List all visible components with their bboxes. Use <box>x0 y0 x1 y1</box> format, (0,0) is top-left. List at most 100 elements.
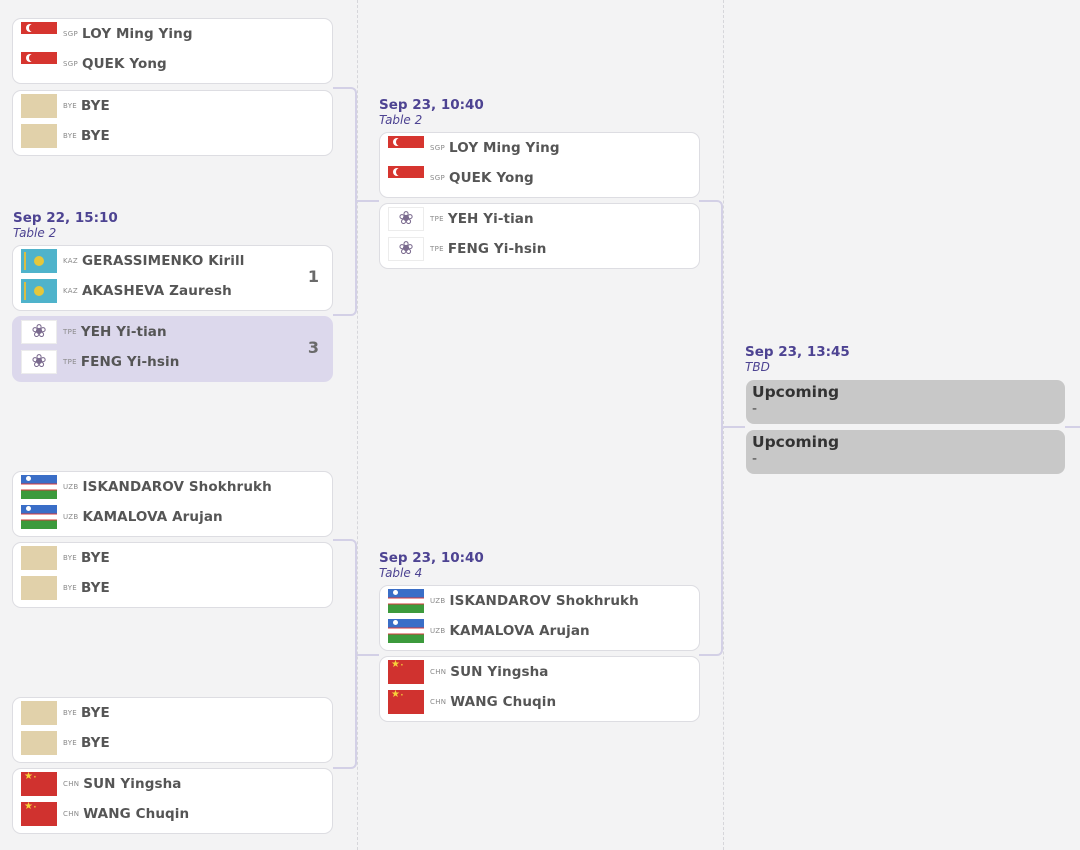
player-name: SUN Yingsha <box>450 664 549 680</box>
upcoming-slot[interactable]: Upcoming - <box>746 380 1065 424</box>
player-row[interactable]: BYE BYE <box>21 124 110 148</box>
uzb-flag-icon <box>21 505 57 529</box>
player-row[interactable]: KAZ GERASSIMENKO Kirill <box>21 249 244 273</box>
tpe-flag-icon <box>21 350 57 374</box>
match-card[interactable]: KAZ GERASSIMENKO Kirill KAZ AKASHEVA Zaure… <box>12 245 333 311</box>
match-card[interactable]: UZB ISKANDAROV Shokhrukh UZB KAMALOVA Aruj… <box>12 471 333 537</box>
match-card[interactable]: SGP LOY Ming Ying SGP QUEK Yong <box>12 18 333 84</box>
player-row[interactable]: CHNWANG Chuqin <box>21 802 190 826</box>
match-score: 1 <box>307 267 319 286</box>
bye-placeholder-icon <box>21 124 57 148</box>
sgp-flag-icon <box>388 136 424 160</box>
country-code: BYE <box>63 584 78 592</box>
player-row[interactable]: TPEFENG Yi-hsin <box>21 350 180 374</box>
match-date: Sep 22, 15:10 <box>13 210 118 226</box>
player-row[interactable]: UZB KAMALOVA Arujan <box>21 505 223 529</box>
player-row[interactable]: SGP QUEK Yong <box>21 52 167 76</box>
player-name: BYE <box>81 98 110 114</box>
player-row[interactable]: BYE BYE <box>21 546 110 570</box>
sgp-flag-icon <box>21 22 57 46</box>
player-name: AKASHEVA Zauresh <box>81 283 232 299</box>
country-code: SGP <box>430 174 445 182</box>
column-divider <box>357 0 358 850</box>
match-card[interactable]: CHNSUN Yingsha CHNWANG Chuqin <box>12 768 333 834</box>
player-row[interactable]: SGP QUEK Yong <box>388 166 534 190</box>
bracket-connector <box>355 200 379 202</box>
upcoming-placeholder: - <box>752 401 758 417</box>
match-card[interactable]: UZB ISKANDAROV Shokhrukh UZB KAMALOVA Aruj… <box>379 585 700 651</box>
player-name: YEH Yi-tian <box>80 324 167 340</box>
bye-placeholder-icon <box>21 94 57 118</box>
player-row[interactable]: BYE BYE <box>21 94 110 118</box>
player-row[interactable]: TPEYEH Yi-tian <box>388 207 534 231</box>
upcoming-label: Upcoming <box>752 383 840 401</box>
match-card[interactable]: BYE BYE BYE BYE <box>12 542 333 608</box>
player-row[interactable]: SGP LOY Ming Ying <box>388 136 560 160</box>
kaz-flag-icon <box>21 279 57 303</box>
player-name: WANG Chuqin <box>83 806 190 822</box>
player-row[interactable]: BYE BYE <box>21 731 110 755</box>
bracket-connector <box>355 654 379 656</box>
player-row[interactable]: BYE BYE <box>21 576 110 600</box>
match-table: TBD <box>745 360 770 374</box>
match-card[interactable]: BYE BYE BYE BYE <box>12 697 333 763</box>
bye-placeholder-icon <box>21 576 57 600</box>
player-name: BYE <box>81 735 110 751</box>
player-name: FENG Yi-hsin <box>80 354 180 370</box>
country-code: KAZ <box>63 257 78 265</box>
player-row[interactable]: UZB ISKANDAROV Shokhrukh <box>388 589 639 613</box>
country-code: BYE <box>63 709 78 717</box>
match-card[interactable]: BYE BYE BYE BYE <box>12 90 333 156</box>
player-row[interactable]: CHNSUN Yingsha <box>388 660 549 684</box>
player-row[interactable]: UZB ISKANDAROV Shokhrukh <box>21 475 272 499</box>
player-row[interactable]: TPEYEH Yi-tian <box>21 320 167 344</box>
uzb-flag-icon <box>21 475 57 499</box>
country-code: BYE <box>63 554 78 562</box>
bracket-connector <box>721 426 745 428</box>
country-code: CHN <box>63 810 80 818</box>
player-name: BYE <box>81 550 110 566</box>
upcoming-slot[interactable]: Upcoming - <box>746 430 1065 474</box>
uzb-flag-icon <box>388 589 424 613</box>
player-name: BYE <box>81 705 110 721</box>
player-name: LOY Ming Ying <box>82 26 193 42</box>
bracket-connector <box>333 539 357 769</box>
tpe-flag-icon <box>21 320 57 344</box>
player-name: BYE <box>81 580 110 596</box>
player-name: KAMALOVA Arujan <box>82 509 223 525</box>
player-name: YEH Yi-tian <box>447 211 534 227</box>
country-code: CHN <box>63 780 80 788</box>
match-date: Sep 23, 10:40 <box>379 97 484 113</box>
match-score: 3 <box>307 338 319 357</box>
player-name: WANG Chuqin <box>450 694 557 710</box>
player-name: ISKANDAROV Shokhrukh <box>449 593 639 609</box>
country-code: TPE <box>430 215 444 223</box>
country-code: TPE <box>63 328 77 336</box>
bye-placeholder-icon <box>21 731 57 755</box>
bracket-connector <box>333 87 357 316</box>
match-card[interactable]: SGP LOY Ming Ying SGP QUEK Yong <box>379 132 700 198</box>
player-row[interactable]: CHNSUN Yingsha <box>21 772 182 796</box>
player-row[interactable]: BYE BYE <box>21 701 110 725</box>
kaz-flag-icon <box>21 249 57 273</box>
country-code: BYE <box>63 739 78 747</box>
player-row[interactable]: UZB KAMALOVA Arujan <box>388 619 590 643</box>
country-code: SGP <box>430 144 445 152</box>
uzb-flag-icon <box>388 619 424 643</box>
bye-placeholder-icon <box>21 701 57 725</box>
player-row[interactable]: SGP LOY Ming Ying <box>21 22 193 46</box>
player-row[interactable]: TPEFENG Yi-hsin <box>388 237 547 261</box>
chn-flag-icon <box>21 772 57 796</box>
player-name: FENG Yi-hsin <box>447 241 547 257</box>
match-date: Sep 23, 10:40 <box>379 550 484 566</box>
country-code: UZB <box>63 483 79 491</box>
player-row[interactable]: CHNWANG Chuqin <box>388 690 557 714</box>
match-card[interactable]: TPEYEH Yi-tian TPEFENG Yi-hsin <box>379 203 700 269</box>
chn-flag-icon <box>388 660 424 684</box>
match-card[interactable]: CHNSUN Yingsha CHNWANG Chuqin <box>379 656 700 722</box>
match-card-winner[interactable]: TPEYEH Yi-tian TPEFENG Yi-hsin 3 <box>12 316 333 382</box>
country-code: UZB <box>63 513 79 521</box>
tpe-flag-icon <box>388 207 424 231</box>
player-name: KAMALOVA Arujan <box>449 623 590 639</box>
player-row[interactable]: KAZ AKASHEVA Zauresh <box>21 279 232 303</box>
